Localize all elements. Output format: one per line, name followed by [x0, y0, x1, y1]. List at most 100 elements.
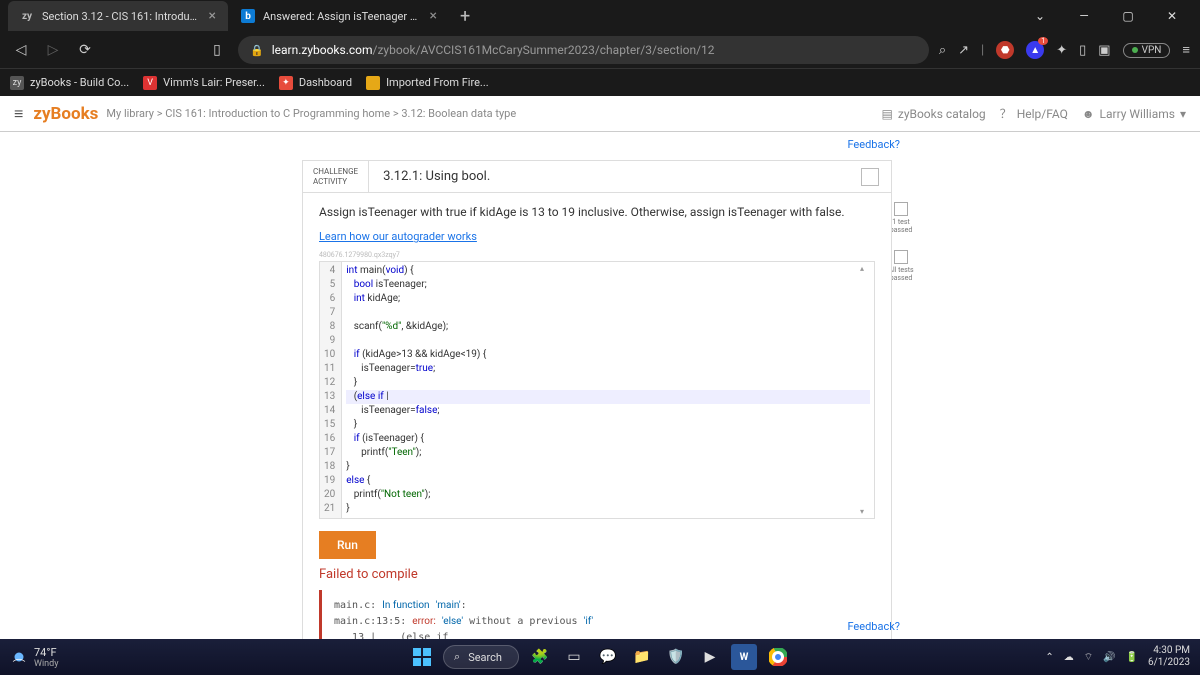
catalog-link[interactable]: ▤zyBooks catalog [882, 107, 986, 121]
code-line[interactable]: printf("Not teen"); [346, 488, 870, 502]
code-line[interactable]: int kidAge; [346, 292, 870, 306]
test2-checkbox [894, 250, 908, 264]
bookmark-0[interactable]: zyzyBooks - Build Co... [10, 76, 129, 90]
progress-box[interactable] [861, 168, 879, 186]
share-icon[interactable]: ↗ [958, 43, 969, 58]
code-line[interactable]: printf("Teen"); [346, 446, 870, 460]
condition: Windy [34, 659, 58, 669]
code-editor[interactable]: 456789101112131415161718192021 int main(… [319, 261, 875, 519]
volume-icon[interactable]: 🔊 [1103, 652, 1115, 663]
word-icon[interactable]: W [731, 644, 757, 670]
bookmark-1[interactable]: VVimm's Lair: Preser... [143, 76, 265, 90]
tab-close-icon[interactable]: × [430, 8, 437, 24]
url-bar[interactable]: 🔒 learn.zybooks.com/zybook/AVCCIS161McCa… [238, 36, 929, 64]
battery-icon[interactable]: 🔋 [1126, 652, 1138, 663]
code-line[interactable] [346, 306, 870, 320]
taskbar: 74°F Windy ⌕Search 🧩 ▭ 💬 📁 🛡️ ▶ W ⌃ ☁ ⌔ … [0, 639, 1200, 675]
bookmark-icon: ✦ [279, 76, 293, 90]
code-line[interactable]: if (kidAge>13 && kidAge<19) { [346, 348, 870, 362]
new-tab-button[interactable]: + [450, 6, 480, 27]
wallet-icon[interactable]: ▣ [1098, 43, 1110, 58]
compiler-output: main.c: In function 'main': main.c:13:5:… [319, 590, 875, 639]
chrome-icon[interactable] [765, 644, 791, 670]
test1-checkbox [894, 202, 908, 216]
tab-label: Section 3.12 - CIS 161: Introductio [42, 10, 201, 23]
vpn-badge[interactable]: VPN [1123, 43, 1171, 58]
code-line[interactable]: } [346, 502, 870, 516]
url-path: /zybook/AVCCIS161McCarySummer2023/chapte… [373, 43, 715, 57]
onedrive-icon[interactable]: ☁ [1064, 652, 1074, 663]
browser-chrome: zySection 3.12 - CIS 161: Introductio×bA… [0, 0, 1200, 96]
feedback-link-top[interactable]: Feedback? [847, 138, 900, 151]
maximize-button[interactable]: ▢ [1108, 3, 1148, 29]
menu-icon[interactable]: ≡ [1182, 42, 1190, 58]
clock[interactable]: 4:30 PM 6/1/2023 [1148, 645, 1190, 669]
search-icon[interactable]: ⌕ [939, 43, 946, 58]
compile-fail-message: Failed to compile [319, 567, 875, 582]
tab-close-icon[interactable]: × [209, 8, 216, 24]
weather-widget[interactable]: 74°F Windy [10, 646, 58, 669]
tray-chevron-icon[interactable]: ⌃ [1045, 652, 1053, 663]
zybooks-header: ≡ zyBooks My library > CIS 161: Introduc… [0, 96, 1200, 132]
reload-button[interactable]: ⟳ [74, 42, 96, 58]
book-icon: ▤ [882, 107, 893, 121]
code-line[interactable]: } [346, 376, 870, 390]
browser-tab-0[interactable]: zySection 3.12 - CIS 161: Introductio× [8, 1, 228, 31]
autograder-link[interactable]: Learn how our autograder works [319, 230, 477, 243]
search-icon: ⌕ [454, 650, 460, 664]
time: 4:30 PM [1148, 645, 1190, 657]
taskbar-app-2[interactable]: ▭ [561, 644, 587, 670]
code-line[interactable]: isTeenager=false; [346, 404, 870, 418]
bookmark-title: zyBooks - Build Co... [30, 76, 129, 89]
bookmark-title: Vimm's Lair: Preser... [163, 76, 265, 89]
file-explorer-icon[interactable]: 📁 [629, 644, 655, 670]
taskbar-app-1[interactable]: 🧩 [527, 644, 553, 670]
code-line[interactable]: bool isTeenager; [346, 278, 870, 292]
run-button[interactable]: Run [319, 531, 376, 559]
code-line[interactable]: scanf("%d", &kidAge); [346, 320, 870, 334]
feedback-link-bottom[interactable]: Feedback? [847, 620, 900, 633]
code-line[interactable]: (else if | [346, 390, 870, 404]
bookmark-2[interactable]: ✦ Dashboard [279, 76, 352, 90]
weather-icon [10, 648, 28, 666]
start-button[interactable] [409, 644, 435, 670]
content-area: Feedback? 1 test passed All tests passed… [0, 132, 1200, 639]
close-window-button[interactable]: ✕ [1152, 3, 1192, 29]
media-player-icon[interactable]: ▶ [697, 644, 723, 670]
code-line[interactable] [346, 334, 870, 348]
forward-button[interactable]: ▷ [42, 42, 64, 58]
url-domain: learn.zybooks.com [272, 43, 373, 57]
extension-icon-1[interactable]: ⬣ [996, 41, 1014, 59]
taskbar-app-3[interactable]: 💬 [595, 644, 621, 670]
wifi-icon[interactable]: ⌔ [1084, 651, 1093, 664]
code-line[interactable]: if (isTeenager) { [346, 432, 870, 446]
activity-title: 3.12.1: Using bool. [369, 169, 849, 184]
chevron-down-icon[interactable]: ⌄ [1020, 3, 1060, 29]
bookmark-title: Dashboard [299, 76, 352, 89]
taskbar-app-5[interactable]: 🛡️ [663, 644, 689, 670]
code-line[interactable]: int main(void) { [346, 264, 870, 278]
taskbar-search[interactable]: ⌕Search [443, 645, 519, 669]
zybooks-logo[interactable]: zyBooks [33, 104, 98, 124]
breadcrumb[interactable]: My library > CIS 161: Introduction to C … [106, 107, 516, 120]
code-line[interactable]: } [346, 418, 870, 432]
panel-icon[interactable]: ▯ [1079, 43, 1086, 58]
bookmark-3[interactable]: Imported From Fire... [366, 76, 489, 90]
scroll-down-icon[interactable]: ▾ [860, 507, 872, 516]
tab-favicon: b [241, 9, 255, 23]
reading-list-icon[interactable]: ▯ [206, 42, 228, 58]
puzzle-icon[interactable]: ✦ [1056, 43, 1067, 58]
code-line[interactable]: } [346, 460, 870, 474]
browser-tab-1[interactable]: bAnswered: Assign isTeenager with true× [229, 1, 449, 31]
minimize-button[interactable]: — [1064, 3, 1104, 29]
user-menu[interactable]: ☻Larry Williams ▾ [1082, 107, 1186, 121]
back-button[interactable]: ◁ [10, 42, 32, 58]
extension-icon-2[interactable]: ▲1 [1026, 41, 1044, 59]
bookmark-icon [366, 76, 380, 90]
code-line[interactable]: else { [346, 474, 870, 488]
help-link[interactable]: ？Help/FAQ [1000, 105, 1068, 122]
code-line[interactable]: isTeenager=true; [346, 362, 870, 376]
scroll-up-icon[interactable]: ▴ [860, 264, 872, 273]
user-icon: ☻ [1082, 107, 1095, 121]
hamburger-icon[interactable]: ≡ [14, 104, 23, 124]
